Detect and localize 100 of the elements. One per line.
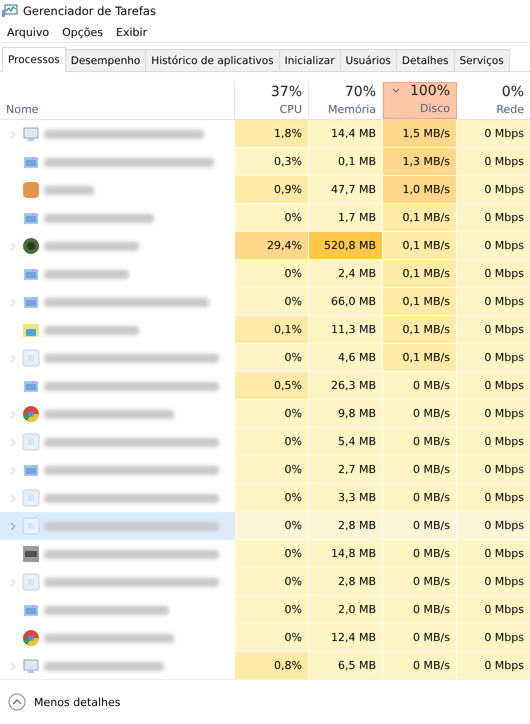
expand-chevron-icon[interactable] (10, 354, 16, 362)
tab[interactable]: Histórico de aplicativos (146, 49, 280, 71)
tab[interactable]: Desempenho (66, 49, 146, 71)
process-row[interactable]: 0% 4,6 MB 0,1 MB/s 0 Mbps (0, 344, 530, 372)
expand-chevron-icon[interactable] (10, 662, 16, 670)
process-row[interactable]: 0% 12,4 MB 0 MB/s 0 Mbps (0, 624, 530, 652)
process-row[interactable]: 0% 2,7 MB 0 MB/s 0 Mbps (0, 456, 530, 484)
table-cell: 2,4 MB (309, 260, 383, 288)
process-row[interactable]: 0% 2,4 MB 0,1 MB/s 0 Mbps (0, 260, 530, 288)
process-row[interactable]: 29,4% 520,8 MB 0,1 MB/s 0 Mbps (0, 232, 530, 260)
table-cell: 26,3 MB (309, 372, 383, 400)
column-header[interactable]: 37% CPU (235, 82, 309, 119)
table-cell: 0,1 MB/s (383, 232, 457, 260)
expand-chevron-icon[interactable] (10, 466, 16, 474)
table-cell: 5,4 MB (309, 428, 383, 456)
table-cell: 0 Mbps (457, 596, 530, 624)
table-cell: 0% (235, 512, 309, 540)
process-row[interactable]: 1,8% 14,4 MB 1,5 MB/s 0 Mbps (0, 120, 530, 148)
blurred-name (44, 186, 94, 194)
table-cell: 0 MB/s (383, 484, 457, 512)
expand-chevron-icon[interactable] (10, 130, 16, 138)
process-row[interactable]: 0% 14,8 MB 0 MB/s 0 Mbps (0, 540, 530, 568)
table-cell: 0 MB/s (383, 372, 457, 400)
table-cell: 14,8 MB (309, 540, 383, 568)
table-cell: 0% (235, 204, 309, 232)
table-cell: 0,1 MB/s (383, 316, 457, 344)
table-cell: 0 Mbps (457, 540, 530, 568)
table-cell: 0 Mbps (457, 120, 530, 148)
table-cell: 0% (235, 400, 309, 428)
table-cell: 0,1 MB (309, 148, 383, 176)
task-manager-icon (2, 4, 18, 18)
process-row[interactable]: 0% 9,8 MB 0 MB/s 0 Mbps (0, 400, 530, 428)
table-cell: 0 Mbps (457, 568, 530, 596)
process-row[interactable]: 0% 1,7 MB 0,1 MB/s 0 Mbps (0, 204, 530, 232)
table-cell: 11,3 MB (309, 316, 383, 344)
table-cell: 0,3% (235, 148, 309, 176)
table-cell: 0% (235, 428, 309, 456)
table-cell: 0 Mbps (457, 372, 530, 400)
expand-chevron-icon[interactable] (10, 578, 16, 586)
table-cell: 0,1 MB/s (383, 204, 457, 232)
table-cell: 0 MB/s (383, 512, 457, 540)
table-cell: 0 Mbps (457, 260, 530, 288)
table-cell: 0% (235, 344, 309, 372)
table-cell: 9,8 MB (309, 400, 383, 428)
table-cell: 1,8% (235, 120, 309, 148)
table-cell: 2,7 MB (309, 456, 383, 484)
table-cell: 0% (235, 288, 309, 316)
table-cell: 4,6 MB (309, 344, 383, 372)
expand-chevron-icon[interactable] (10, 298, 16, 306)
table-cell: 0,1% (235, 316, 309, 344)
table-cell: 47,7 MB (309, 176, 383, 204)
process-row[interactable]: 0% 5,4 MB 0 MB/s 0 Mbps (0, 428, 530, 456)
tab[interactable]: Serviços (454, 49, 510, 71)
table-cell: 66,0 MB (309, 288, 383, 316)
process-row[interactable]: 0,8% 6,5 MB 0 MB/s 0 Mbps (0, 652, 530, 679)
expand-chevron-icon[interactable] (10, 410, 16, 418)
table-cell: 0 Mbps (457, 428, 530, 456)
table-cell: 29,4% (235, 232, 309, 260)
table-cell: 0,9% (235, 176, 309, 204)
table-cell: 0 MB/s (383, 624, 457, 652)
column-header[interactable]: 0% Rede (457, 82, 530, 119)
table-cell: 12,4 MB (309, 624, 383, 652)
table-cell: 0 MB/s (383, 568, 457, 596)
column-header[interactable]: Nome (0, 82, 235, 119)
process-row[interactable]: 0,1% 11,3 MB 0,1 MB/s 0 Mbps (0, 316, 530, 344)
fewer-details-link[interactable]: Menos detalhes (34, 696, 121, 708)
table-cell: 0% (235, 624, 309, 652)
expand-chevron-icon[interactable] (10, 438, 16, 446)
table-cell: 0 Mbps (457, 512, 530, 540)
table-cell: 14,4 MB (309, 120, 383, 148)
table-cell: 0% (235, 540, 309, 568)
table-cell: 0 Mbps (457, 652, 530, 679)
process-row[interactable]: 0% 2,0 MB 0 MB/s 0 Mbps (0, 596, 530, 624)
table-cell: 0 Mbps (457, 204, 530, 232)
table-cell: 0,5% (235, 372, 309, 400)
tab[interactable]: Detalhes (396, 49, 455, 71)
process-row[interactable]: 0,3% 0,1 MB 1,3 MB/s 0 Mbps (0, 148, 530, 176)
table-cell: 6,5 MB (309, 652, 383, 679)
collapse-chevron-icon[interactable] (8, 693, 26, 711)
expand-chevron-icon[interactable] (10, 494, 16, 502)
menu-item[interactable]: Exibir (116, 26, 148, 38)
expand-chevron-icon[interactable] (10, 522, 16, 530)
menu-item[interactable]: Arquivo (7, 26, 50, 38)
expand-chevron-icon[interactable] (10, 242, 16, 250)
process-row[interactable]: 0,5% 26,3 MB 0 MB/s 0 Mbps (0, 372, 530, 400)
process-row[interactable]: 0% 3,3 MB 0 MB/s 0 Mbps (0, 484, 530, 512)
process-row[interactable]: 0% 2,8 MB 0 MB/s 0 Mbps (0, 512, 530, 540)
table-cell: 2,8 MB (309, 568, 383, 596)
table-cell: 0% (235, 568, 309, 596)
tab[interactable]: Inicializar (280, 49, 341, 71)
table-cell: 2,0 MB (309, 596, 383, 624)
process-row[interactable]: 0% 66,0 MB 0,1 MB/s 0 Mbps (0, 288, 530, 316)
process-row[interactable]: 0% 2,8 MB 0 MB/s 0 Mbps (0, 568, 530, 596)
column-header[interactable]: 100% Disco (383, 82, 457, 119)
process-row[interactable]: 0,9% 47,7 MB 1,0 MB/s 0 Mbps (0, 176, 530, 204)
tab[interactable]: Usuários (340, 49, 397, 71)
table-cell: 1,7 MB (309, 204, 383, 232)
menu-item[interactable]: Opções (62, 26, 104, 38)
tab[interactable]: Processos (2, 47, 66, 72)
table-cell: 0,8% (235, 652, 309, 679)
